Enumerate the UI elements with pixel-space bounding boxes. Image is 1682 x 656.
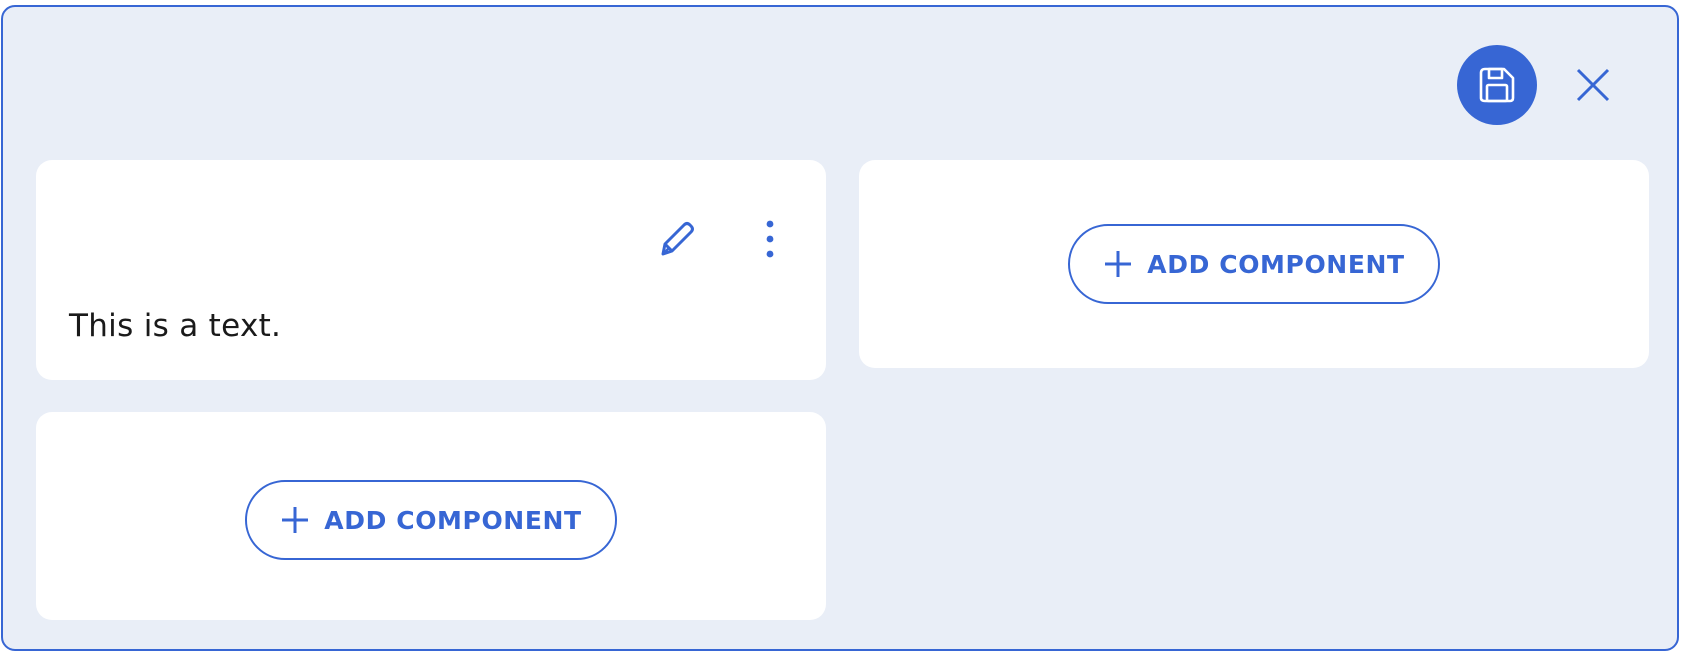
add-component-label: ADD COMPONENT — [1147, 249, 1405, 279]
empty-slot-card: ADD COMPONENT — [36, 412, 826, 620]
plus-icon — [1103, 249, 1133, 279]
more-vertical-icon — [766, 220, 774, 258]
pencil-icon — [661, 222, 694, 256]
empty-slot-card: ADD COMPONENT — [859, 160, 1649, 368]
add-component-button[interactable]: ADD COMPONENT — [1068, 224, 1440, 304]
add-component-button[interactable]: ADD COMPONENT — [245, 480, 617, 560]
close-icon — [1576, 68, 1610, 102]
text-content: This is a text. — [69, 308, 282, 344]
more-options-button[interactable] — [748, 215, 792, 263]
add-component-label: ADD COMPONENT — [324, 505, 582, 535]
close-button[interactable] — [1571, 63, 1615, 107]
floppy-disk-icon — [1479, 67, 1515, 103]
save-button[interactable] — [1457, 45, 1537, 125]
plus-icon — [280, 505, 310, 535]
text-component-card: This is a text. — [36, 160, 826, 380]
editor-panel: This is a text. ADD COMPONENT ADD COMPON… — [1, 5, 1679, 651]
edit-button[interactable] — [652, 215, 700, 263]
